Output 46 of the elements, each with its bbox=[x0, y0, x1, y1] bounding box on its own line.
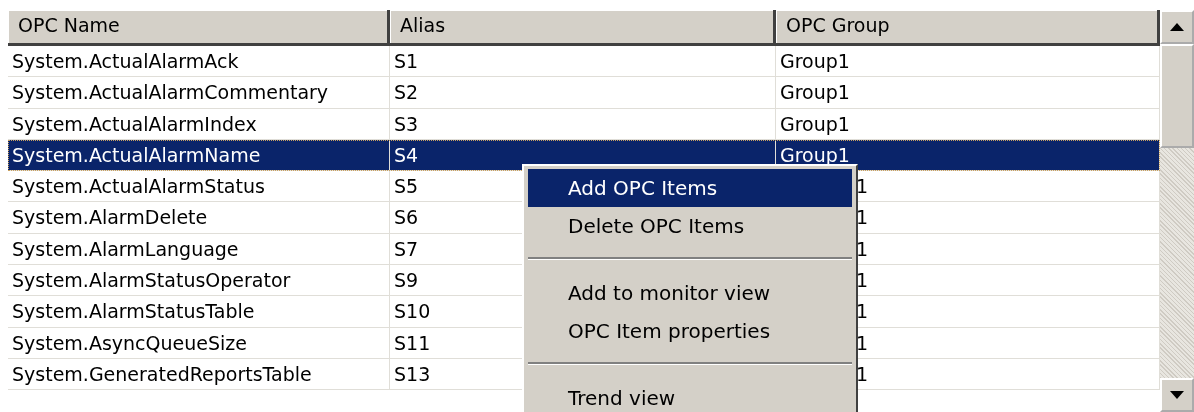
table-cell: System.ActualAlarmIndex bbox=[12, 112, 257, 135]
scrollbar[interactable] bbox=[1160, 10, 1194, 412]
scroll-down-button[interactable] bbox=[1160, 378, 1194, 412]
down-arrow-icon bbox=[1170, 391, 1184, 399]
table-row[interactable]: System.ActualAlarmIndex S3 Group1 bbox=[8, 108, 1160, 140]
column-header[interactable]: OPC Name bbox=[8, 10, 390, 46]
table-cell: System.ActualAlarmStatus bbox=[12, 175, 265, 198]
table-cell: Group1 bbox=[780, 81, 850, 104]
table-cell: 1 bbox=[856, 362, 869, 385]
table-cell: S11 bbox=[394, 331, 431, 354]
menu-item[interactable]: Add OPC Items bbox=[528, 169, 852, 207]
table-cell: System.ActualAlarmName bbox=[12, 143, 261, 166]
table-cell: 1 bbox=[856, 300, 869, 323]
column-header[interactable]: OPC Group bbox=[776, 10, 1160, 46]
table-cell: 1 bbox=[856, 331, 869, 354]
table-cell: 1 bbox=[856, 206, 869, 229]
table-cell: System.ActualAlarmCommentary bbox=[12, 81, 329, 104]
table-cell: Group1 bbox=[780, 50, 850, 72]
table-cell: Group1 bbox=[780, 143, 850, 166]
table-cell: System.GeneratedReportsTable bbox=[12, 362, 312, 385]
table-cell: System.AlarmLanguage bbox=[12, 237, 239, 260]
table-cell: 1 bbox=[856, 175, 869, 198]
column-header[interactable]: Alias bbox=[390, 10, 776, 46]
table-cell: S1 bbox=[394, 50, 419, 72]
table-cell: S2 bbox=[394, 81, 419, 104]
table-cell: S4 bbox=[394, 143, 419, 166]
table-cell: 1 bbox=[856, 237, 869, 260]
table-cell: System.AlarmStatusOperator bbox=[12, 269, 291, 292]
up-arrow-icon bbox=[1170, 23, 1184, 31]
table-cell: System.AsyncQueueSize bbox=[12, 331, 247, 354]
table-cell: Group1 bbox=[780, 112, 850, 135]
table-cell: S13 bbox=[394, 362, 431, 385]
scroll-thumb[interactable] bbox=[1160, 44, 1194, 148]
table-cell: S9 bbox=[394, 269, 419, 292]
table-cell: S6 bbox=[394, 206, 419, 229]
scroll-up-button[interactable] bbox=[1160, 10, 1194, 44]
table-cell: S7 bbox=[394, 237, 419, 260]
table-cell: 1 bbox=[856, 269, 869, 292]
table-cell: S10 bbox=[394, 300, 431, 323]
table-cell: System.AlarmDelete bbox=[12, 206, 208, 229]
table-cell: S3 bbox=[394, 112, 419, 135]
table-cell: System.AlarmStatusTable bbox=[12, 300, 255, 323]
table-row[interactable]: System.ActualAlarmCommentary S2 Group1 bbox=[8, 77, 1160, 109]
table-cell: S5 bbox=[394, 175, 419, 198]
table-row[interactable]: System.ActualAlarmAck S1 Group1 bbox=[8, 46, 1160, 78]
table-cell: System.ActualAlarmAck bbox=[12, 50, 239, 72]
